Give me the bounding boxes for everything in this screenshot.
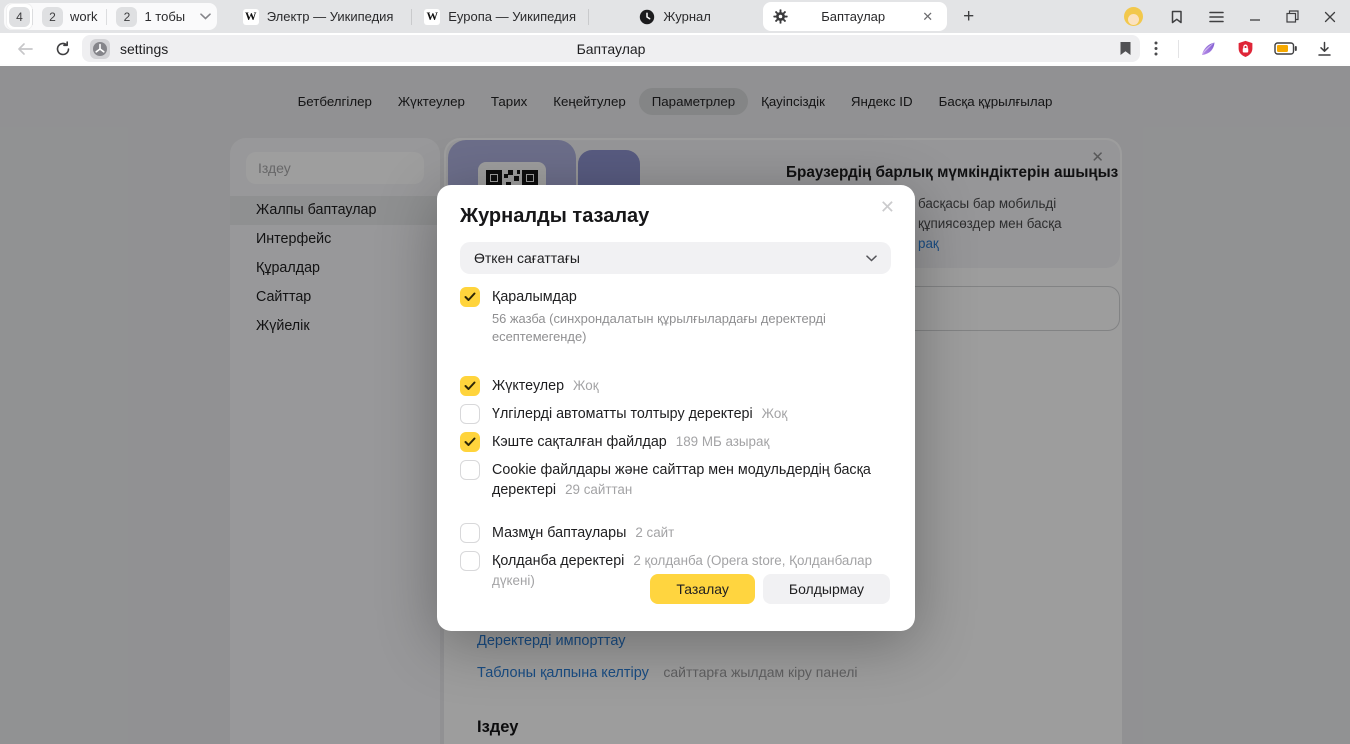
downloads-icon[interactable] [1317,41,1332,57]
tab-groups: 4 2 work 2 1 тобы [4,3,217,30]
checkbox[interactable] [460,376,480,396]
option-row-autofill[interactable]: Үлгілерді автоматты толтыру деректеріЖоқ [460,404,890,424]
browser-logo-icon [90,39,110,59]
tab-group-1-toby[interactable]: 2 1 тобы [107,3,194,30]
close-tab-icon[interactable]: ✕ [918,7,937,27]
dialog-title: Журналды тазалау [460,205,649,228]
minimize-icon[interactable] [1249,11,1261,23]
period-value: Өткен сағаттағы [474,250,580,266]
extension-feather-icon[interactable] [1199,40,1217,58]
panels-icon[interactable] [1168,9,1184,25]
option-row-views[interactable]: Қаралымдар [460,287,890,307]
bookmark-icon[interactable] [1119,41,1132,56]
tab-group-count: 2 [42,7,63,27]
protect-shield-icon[interactable] [1237,40,1254,58]
clear-history-dialog: Журналды тазалау ✕ Өткен сағаттағы Қарал… [437,185,915,631]
option-row-downloads[interactable]: ЖүктеулерЖоқ [460,376,890,396]
checkbox[interactable] [460,551,480,571]
tab-group-all[interactable]: 4 [7,4,32,29]
history-options: Қаралымдар 56 жазба (синхрондалатын құры… [460,287,890,591]
clear-button[interactable]: Тазалау [650,574,755,604]
checkbox[interactable] [460,287,480,307]
checkbox[interactable] [460,404,480,424]
option-row-cookies[interactable]: Cookie файлдары және сайттар мен модульд… [460,460,890,500]
more-options-icon[interactable] [1154,41,1158,56]
wikipedia-icon: W [424,9,440,25]
tab-wikipedia-europa[interactable]: W Еуропа — Уикипедия [412,2,588,31]
address-bar[interactable]: settings Баптаулар [82,35,1140,62]
option-row-cache[interactable]: Кэште сақталған файлдар189 МБ азырақ [460,432,890,452]
divider [1178,40,1179,58]
tab-strip: 4 2 work 2 1 тобы W Электр — Уикипедия W… [0,0,1350,33]
battery-icon[interactable] [1274,42,1297,55]
reload-icon[interactable] [48,41,78,57]
option-subtext: 56 жазба (синхрондалатын құрылғылардағы … [460,310,890,346]
new-tab-button[interactable]: + [957,6,980,28]
profile-avatar[interactable] [1124,7,1143,26]
toolbar: settings Баптаулар [0,33,1350,66]
tab-group-count: 2 [116,7,137,27]
wikipedia-icon: W [243,9,259,25]
tab-group-work[interactable]: 2 work [33,3,106,30]
tab-wikipedia-electr[interactable]: W Электр — Уикипедия [225,2,411,31]
tab-journal[interactable]: Журнал [589,2,761,31]
restore-icon[interactable] [1286,10,1299,23]
checkbox[interactable] [460,523,480,543]
cancel-button[interactable]: Болдырмау [763,574,890,604]
page-title: Баптаулар [82,41,1140,57]
url-text: settings [120,41,168,57]
dialog-close-icon[interactable]: ✕ [874,195,901,220]
menu-icon[interactable] [1209,11,1224,23]
tab-settings-active[interactable]: Баптаулар ✕ [763,2,947,31]
clock-icon [639,9,655,25]
tab-group-count: 4 [9,7,30,27]
browser-window: 4 2 work 2 1 тобы W Электр — Уикипедия W… [0,0,1350,744]
option-row-content-settings[interactable]: Мазмұн баптаулары2 сайт [460,523,890,543]
back-icon[interactable] [10,42,40,56]
period-select[interactable]: Өткен сағаттағы [460,242,891,274]
close-window-icon[interactable] [1324,11,1336,23]
checkbox[interactable] [460,460,480,480]
chevron-down-icon [866,255,877,262]
checkbox[interactable] [460,432,480,452]
gear-icon [773,9,788,24]
chevron-down-icon[interactable] [200,13,211,20]
